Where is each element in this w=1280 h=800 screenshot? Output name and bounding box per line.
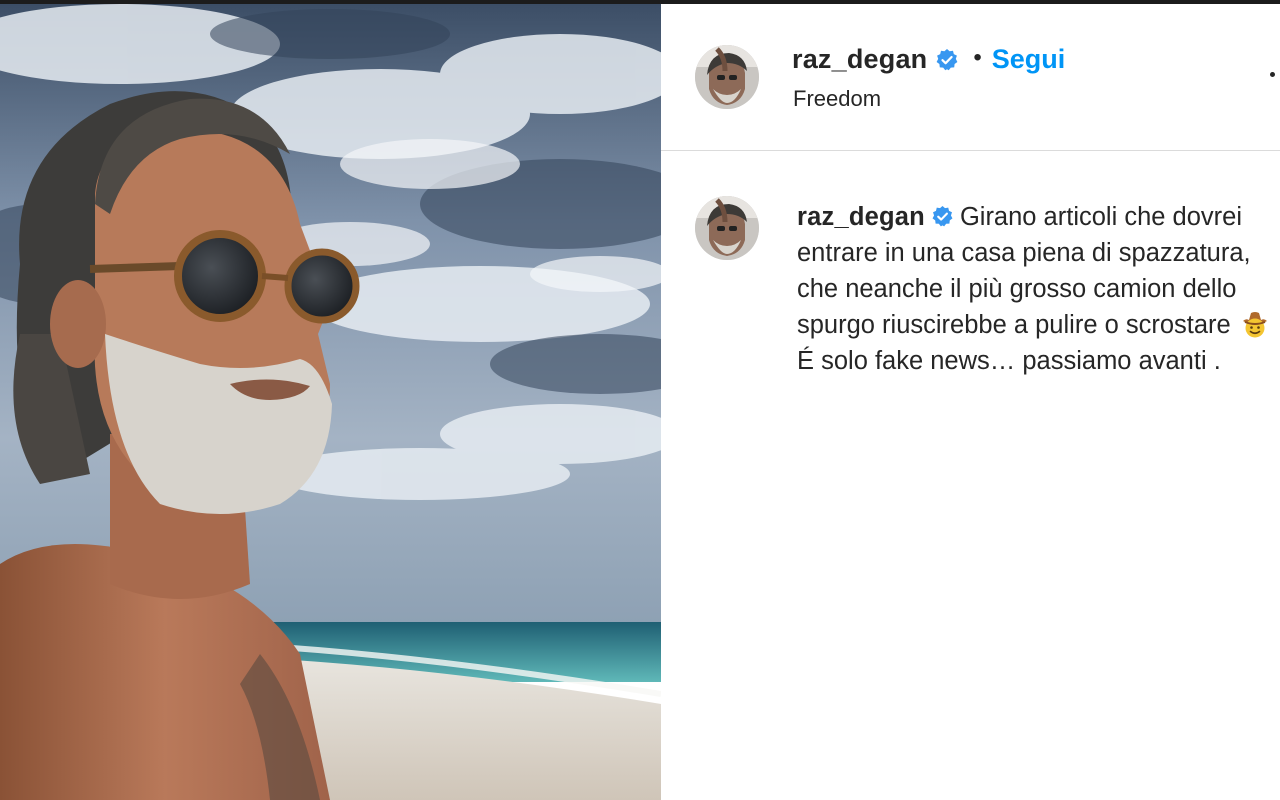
verified-badge-icon bbox=[931, 202, 954, 227]
more-options-icon[interactable] bbox=[1270, 72, 1275, 77]
caption-body-part2: É solo fake news… passiamo avanti . bbox=[797, 347, 1221, 375]
avatar-photo-icon bbox=[695, 196, 759, 260]
caption-text: raz_degan Girano articoli che dovrei entr… bbox=[797, 199, 1273, 379]
avatar-photo-icon bbox=[695, 45, 759, 109]
post-header: raz_degan • Segui Freedom bbox=[661, 4, 1280, 151]
follow-button[interactable]: Segui bbox=[992, 44, 1066, 75]
author-username[interactable]: raz_degan bbox=[792, 44, 927, 75]
cowboy-hat-face-emoji bbox=[1240, 309, 1270, 339]
post-location[interactable]: Freedom bbox=[793, 86, 881, 112]
beach-portrait-photo bbox=[0, 4, 661, 800]
instagram-post-view: raz_degan • Segui Freedom raz_degan Gira… bbox=[0, 0, 1280, 800]
header-user-row: raz_degan • Segui bbox=[792, 44, 1065, 75]
separator-dot: • bbox=[973, 43, 982, 71]
caption-author-avatar[interactable] bbox=[695, 196, 759, 260]
author-avatar[interactable] bbox=[695, 45, 759, 109]
post-sidebar: raz_degan • Segui Freedom raz_degan Gira… bbox=[661, 4, 1280, 800]
verified-badge-icon bbox=[935, 48, 959, 72]
post-photo[interactable] bbox=[0, 4, 661, 800]
caption-username[interactable]: raz_degan bbox=[797, 203, 925, 231]
